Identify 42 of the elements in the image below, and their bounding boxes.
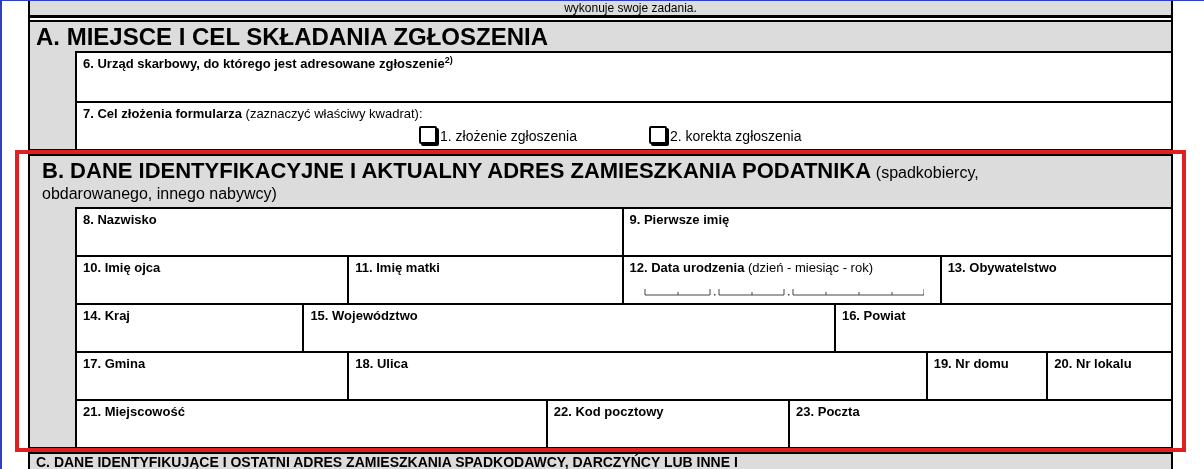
input-field[interactable]: 15. Województwo — [304, 305, 836, 351]
input-field[interactable]: 16. Powiat — [835, 305, 1171, 351]
input-field[interactable]: 10. Imię ojca — [77, 257, 350, 303]
field-label: 21. Miejscowość — [83, 404, 186, 420]
input-field[interactable]: 20. Nr lokalu — [1048, 353, 1171, 399]
section-heading: A. MIEJSCE I CEL SKŁADANIA ZGŁOSZENIA — [35, 22, 550, 51]
field-label: 13. Obywatelstwo — [947, 260, 1058, 276]
field-label: 15. Województwo — [310, 308, 419, 324]
input-field[interactable]: 11. Imię matki — [349, 257, 624, 303]
input-field[interactable]: 17. Gmina — [77, 353, 350, 399]
form-text: wykonuje swoje zadania. — [564, 2, 697, 15]
field-label: 20. Nr lokalu — [1054, 356, 1133, 372]
input-field[interactable]: 8. Nazwisko — [77, 209, 624, 255]
field-label: 6. Urząd skarbowy, do którego jest adresowane zgłoszenie$^{2)}$ — [83, 56, 454, 72]
input-field[interactable]: 19. Nr domu — [927, 353, 1049, 399]
field-label: 22. Kod pocztowy — [553, 404, 665, 420]
field-label: 12. Data urodzenia (dzień - miesiąc - rok) — [629, 260, 874, 276]
input-field[interactable]: 6. Urząd skarbowy, do którego jest adresowane zgłoszenie$^{2)}$ — [77, 53, 1171, 101]
input-field[interactable]: 18. Ulica — [349, 353, 928, 399]
field-label: 16. Powiat — [841, 308, 907, 324]
field-label: 11. Imię matki — [355, 260, 441, 276]
input-field[interactable]: 9. Pierwsze imię — [623, 209, 1171, 255]
input-field[interactable]: 13. Obywatelstwo — [941, 257, 1171, 303]
field-label: 17. Gmina — [83, 356, 147, 372]
input-field[interactable]: 23. Poczta — [790, 401, 1171, 447]
section-heading: C. DANE IDENTYFIKUJĄCE I OSTATNI ADRES ZAMIESZKANIA SPADKODAWCY, DARCZYŃCY LUB INNE I — [35, 454, 739, 469]
checkbox[interactable] — [649, 126, 667, 144]
field-label: 7. Cel złożenia formularza (zaznaczyć właściwy kwadrat): — [83, 106, 424, 122]
field-label: 18. Ulica — [355, 356, 409, 372]
section-heading: B. DANE IDENTYFIKACYJNE I AKTUALNY ADRES ZAMIESZKANIA PODATNIKA (spadkobiercy, obdarowanego, innego nabywcy) — [41, 157, 980, 204]
field-label: 23. Poczta — [796, 404, 861, 420]
input-field[interactable]: 14. Kraj — [77, 305, 305, 351]
option-label: 1. złożenie zgłoszenia — [440, 128, 577, 144]
field-label: 14. Kraj — [83, 308, 131, 324]
input-field[interactable]: 12. Data urodzenia (dzień - miesiąc - rok) — [623, 257, 942, 303]
option-label: 2. korekta zgłoszenia — [670, 128, 802, 144]
field-label: 19. Nr domu — [933, 356, 1010, 372]
field-label: 8. Nazwisko — [83, 212, 158, 228]
checkbox[interactable] — [419, 126, 437, 144]
field-label: 10. Imię ojca — [83, 260, 162, 276]
field-label: 9. Pierwsze imię — [629, 212, 731, 228]
input-field[interactable]: 7. Cel złożenia formularza (zaznaczyć właściwy kwadrat): 1. złożenie zgłoszenia 2. korekta zgłoszenia — [77, 103, 1171, 149]
